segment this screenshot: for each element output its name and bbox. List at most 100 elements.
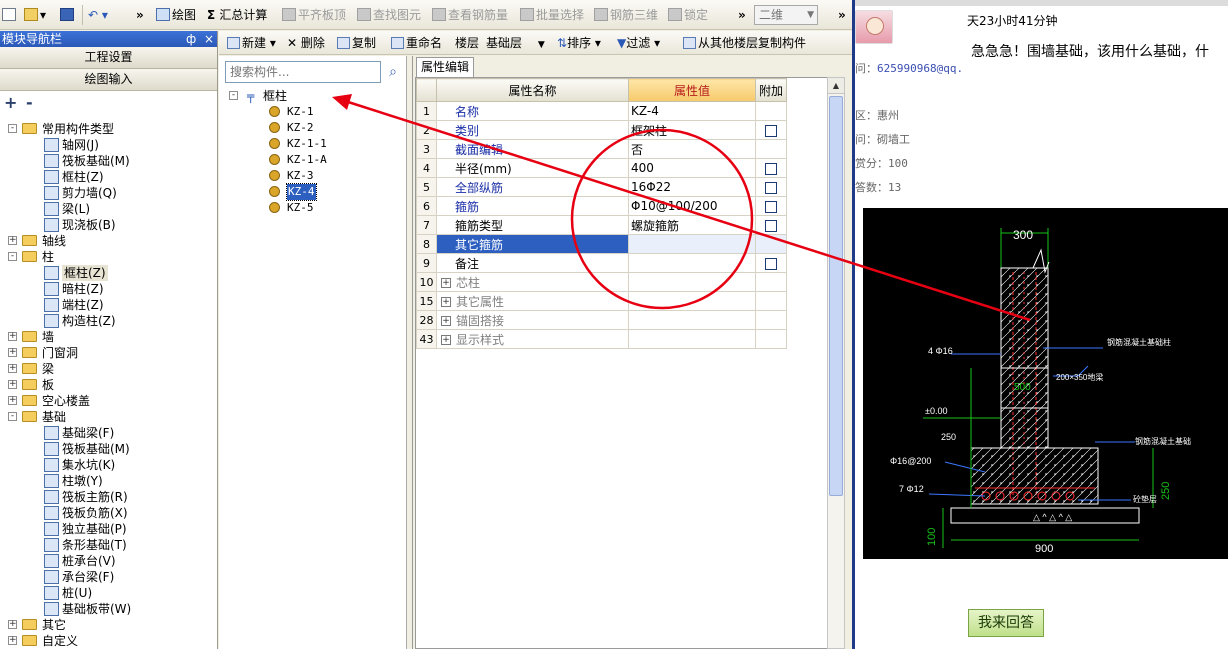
view-rebar-button[interactable]: 查看钢筋量: [432, 7, 508, 23]
nav-item[interactable]: 筏板主筋(R): [0, 489, 217, 505]
flat-roof-button[interactable]: 平齐板顶: [282, 7, 346, 23]
find-element-button[interactable]: 查找图元: [357, 7, 421, 23]
property-row[interactable]: 4 半径(mm) 400: [416, 158, 787, 178]
property-value[interactable]: Φ10@100/200: [628, 196, 756, 216]
expand-toggle[interactable]: +: [8, 396, 17, 405]
expand-toggle[interactable]: +: [8, 620, 17, 629]
extra-checkbox[interactable]: [765, 181, 777, 194]
expand-toggle[interactable]: +: [441, 335, 451, 345]
nav-folder[interactable]: + 墙: [0, 329, 217, 345]
collapse-toggle[interactable]: -: [229, 91, 238, 100]
filter-button[interactable]: ▼过滤 ▾: [617, 35, 660, 51]
collapse-toggle[interactable]: -: [8, 124, 17, 133]
nav-item[interactable]: 基础板带(W): [0, 601, 217, 617]
nav-item[interactable]: 框柱(Z): [0, 169, 217, 185]
nav-item[interactable]: 筏板负筋(X): [0, 505, 217, 521]
save-icon[interactable]: [60, 7, 76, 23]
property-value[interactable]: 16Φ22: [628, 177, 756, 197]
summary-button[interactable]: Σ 汇总计算: [207, 7, 267, 23]
rename-button[interactable]: 重命名: [391, 35, 442, 51]
answer-button[interactable]: 我来回答: [968, 609, 1044, 637]
collapse-toggle[interactable]: -: [8, 412, 17, 421]
expand-toggle[interactable]: +: [8, 348, 17, 357]
toolbar-overflow[interactable]: »: [136, 7, 144, 23]
batch-select-button[interactable]: 批量选择: [520, 7, 584, 23]
nav-item[interactable]: 桩承台(V): [0, 553, 217, 569]
view-mode-select[interactable]: 二维 ▼: [754, 5, 818, 25]
nav-folder[interactable]: + 板: [0, 377, 217, 393]
property-row[interactable]: 6 箍筋 Φ10@100/200: [416, 196, 787, 216]
nav-item[interactable]: 框柱(Z): [0, 265, 217, 281]
expand-toggle[interactable]: +: [8, 236, 17, 245]
floor-select[interactable]: 基础层 ▼: [486, 34, 548, 52]
property-row[interactable]: 1 名称 KZ-4: [416, 101, 787, 121]
nav-item[interactable]: 筏板基础(M): [0, 153, 217, 169]
nav-item[interactable]: 基础梁(F): [0, 425, 217, 441]
nav-folder[interactable]: + 梁: [0, 361, 217, 377]
property-row[interactable]: 15 + 其它属性: [416, 291, 787, 311]
nav-folder[interactable]: - 常用构件类型: [0, 121, 217, 137]
property-row[interactable]: 43 + 显示样式: [416, 329, 787, 349]
property-row[interactable]: 3 截面编辑 否: [416, 139, 787, 159]
property-value[interactable]: [628, 253, 756, 273]
nav-item[interactable]: 端柱(Z): [0, 297, 217, 313]
lock-button[interactable]: 锁定: [668, 7, 708, 23]
nav-item[interactable]: 剪力墙(Q): [0, 185, 217, 201]
new-file-icon[interactable]: [2, 7, 18, 23]
property-row[interactable]: 10 + 芯柱: [416, 272, 787, 292]
nav-folder[interactable]: + 自定义: [0, 633, 217, 649]
nav-item[interactable]: 现浇板(B): [0, 217, 217, 233]
expand-all-icon[interactable]: +: [4, 93, 17, 112]
property-value[interactable]: [628, 329, 756, 349]
rebar-3d-button[interactable]: 钢筋三维: [594, 7, 658, 23]
close-icon[interactable]: ×: [204, 31, 214, 47]
property-value[interactable]: KZ-4: [628, 101, 756, 121]
expand-toggle[interactable]: +: [8, 364, 17, 373]
pin-icon[interactable]: ф: [186, 31, 196, 47]
copy-button[interactable]: 复制: [337, 35, 376, 51]
property-value[interactable]: [628, 310, 756, 330]
property-value[interactable]: [628, 291, 756, 311]
drawing-input-button[interactable]: 绘图输入: [0, 69, 217, 91]
collapse-all-icon[interactable]: -: [26, 93, 33, 112]
nav-folder[interactable]: + 门窗洞: [0, 345, 217, 361]
scroll-up-icon[interactable]: ▲: [828, 78, 844, 94]
nav-item[interactable]: 梁(L): [0, 201, 217, 217]
toolbar-overflow-3[interactable]: »: [838, 7, 846, 23]
expand-toggle[interactable]: +: [441, 278, 451, 288]
extra-checkbox[interactable]: [765, 200, 777, 213]
component-search-input[interactable]: [225, 61, 381, 83]
nav-item[interactable]: 轴网(J): [0, 137, 217, 153]
question-title[interactable]: 急急急！围墙基础，该用什么基础，什: [971, 41, 1209, 61]
expand-toggle[interactable]: +: [8, 332, 17, 341]
new-component-button[interactable]: 新建 ▾: [227, 35, 276, 51]
property-value[interactable]: 螺旋箍筋: [628, 215, 756, 235]
nav-item[interactable]: 独立基础(P): [0, 521, 217, 537]
nav-item[interactable]: 集水坑(K): [0, 457, 217, 473]
nav-item[interactable]: 条形基础(T): [0, 537, 217, 553]
expand-toggle[interactable]: +: [8, 636, 17, 645]
sort-button[interactable]: ⇅排序 ▾: [557, 35, 601, 51]
nav-item[interactable]: 柱墩(Y): [0, 473, 217, 489]
nav-folder[interactable]: -柱: [0, 249, 217, 265]
scroll-thumb[interactable]: [829, 96, 843, 496]
nav-item[interactable]: 承台梁(F): [0, 569, 217, 585]
nav-folder[interactable]: - 基础: [0, 409, 217, 425]
open-folder-icon[interactable]: ▾: [24, 7, 46, 23]
nav-folder[interactable]: + 其它: [0, 617, 217, 633]
property-row[interactable]: 2 类别 框架柱: [416, 120, 787, 140]
expand-toggle[interactable]: +: [441, 297, 451, 307]
copy-from-floor-button[interactable]: 从其他楼层复制构件: [683, 35, 806, 51]
nav-item[interactable]: 筏板基础(M): [0, 441, 217, 457]
property-value[interactable]: [628, 234, 756, 254]
property-row[interactable]: 7 箍筋类型 螺旋箍筋: [416, 215, 787, 235]
extra-checkbox[interactable]: [765, 162, 777, 175]
toolbar-overflow-2[interactable]: »: [738, 7, 746, 23]
expand-toggle[interactable]: +: [441, 316, 451, 326]
tab-property-edit[interactable]: 属性编辑: [416, 57, 474, 77]
draw-button[interactable]: 绘图: [156, 7, 196, 23]
vertical-scrollbar[interactable]: ▲: [827, 77, 845, 649]
collapse-toggle[interactable]: -: [8, 252, 17, 261]
property-value[interactable]: 400: [628, 158, 756, 178]
delete-button[interactable]: ✕ 删除: [287, 35, 325, 51]
